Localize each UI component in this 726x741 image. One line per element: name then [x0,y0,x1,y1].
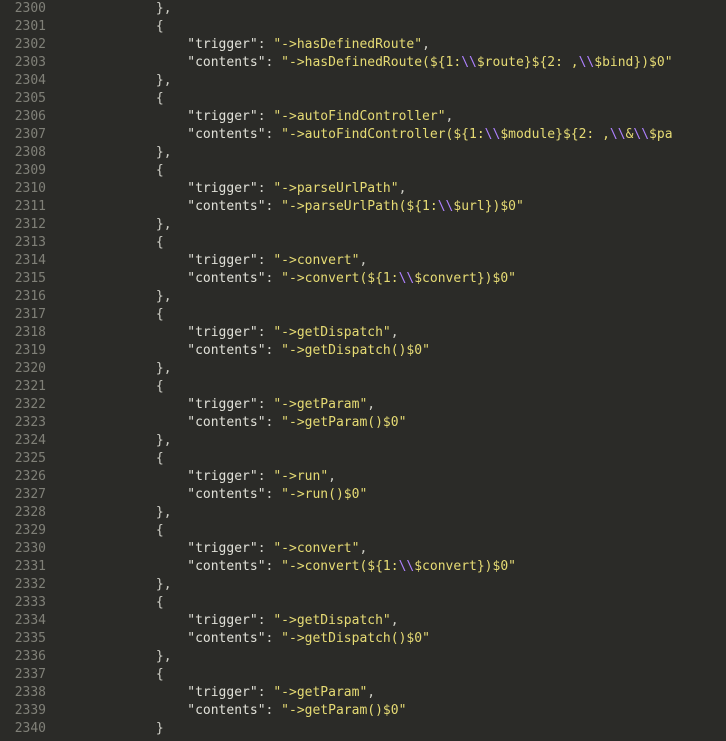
code-line[interactable]: }, [62,72,726,90]
code-line[interactable]: { [62,162,726,180]
code-line[interactable]: "contents": "->parseUrlPath(${1:\\$url})… [62,198,726,216]
code-line[interactable]: }, [62,648,726,666]
code-line[interactable]: "trigger": "->getDispatch", [62,324,726,342]
code-line[interactable]: { [62,378,726,396]
code-line[interactable]: { [62,234,726,252]
code-line[interactable]: }, [62,504,726,522]
code-area[interactable]: }, { "trigger": "->hasDefinedRoute", "co… [58,0,726,741]
code-line[interactable]: "trigger": "->autoFindController", [62,108,726,126]
code-line[interactable]: { [62,594,726,612]
code-line[interactable]: "contents": "->convert(${1:\\$convert})$… [62,558,726,576]
code-line[interactable]: }, [62,288,726,306]
line-number-gutter: 2300230123022303230423052306230723082309… [0,0,58,741]
code-editor[interactable]: 2300230123022303230423052306230723082309… [0,0,726,741]
code-line[interactable]: "contents": "->getDispatch()$0" [62,630,726,648]
code-line[interactable]: { [62,450,726,468]
code-line[interactable]: { [62,666,726,684]
code-line[interactable]: "trigger": "->getDispatch", [62,612,726,630]
code-line[interactable]: }, [62,144,726,162]
code-line[interactable]: }, [62,0,726,18]
code-line[interactable]: "trigger": "->convert", [62,252,726,270]
code-line[interactable]: }, [62,576,726,594]
code-line[interactable]: "contents": "->run()$0" [62,486,726,504]
code-line[interactable]: "trigger": "->run", [62,468,726,486]
code-line[interactable]: "trigger": "->getParam", [62,396,726,414]
code-line[interactable]: }, [62,360,726,378]
code-line[interactable]: } [62,720,726,738]
code-line[interactable]: }, [62,432,726,450]
code-line[interactable]: "trigger": "->hasDefinedRoute", [62,36,726,54]
code-line[interactable]: { [62,522,726,540]
code-line[interactable]: "contents": "->getParam()$0" [62,702,726,720]
code-line[interactable]: "trigger": "->convert", [62,540,726,558]
code-line[interactable]: { [62,18,726,36]
code-line[interactable]: "trigger": "->parseUrlPath", [62,180,726,198]
code-line[interactable]: "contents": "->hasDefinedRoute(${1:\\$ro… [62,54,726,72]
code-line[interactable]: { [62,306,726,324]
code-line[interactable]: { [62,90,726,108]
code-line[interactable]: }, [62,216,726,234]
code-line[interactable]: "contents": "->autoFindController(${1:\\… [62,126,726,144]
code-line[interactable]: "trigger": "->getParam", [62,684,726,702]
code-line[interactable]: "contents": "->getParam()$0" [62,414,726,432]
code-line[interactable]: "contents": "->getDispatch()$0" [62,342,726,360]
code-line[interactable]: "contents": "->convert(${1:\\$convert})$… [62,270,726,288]
